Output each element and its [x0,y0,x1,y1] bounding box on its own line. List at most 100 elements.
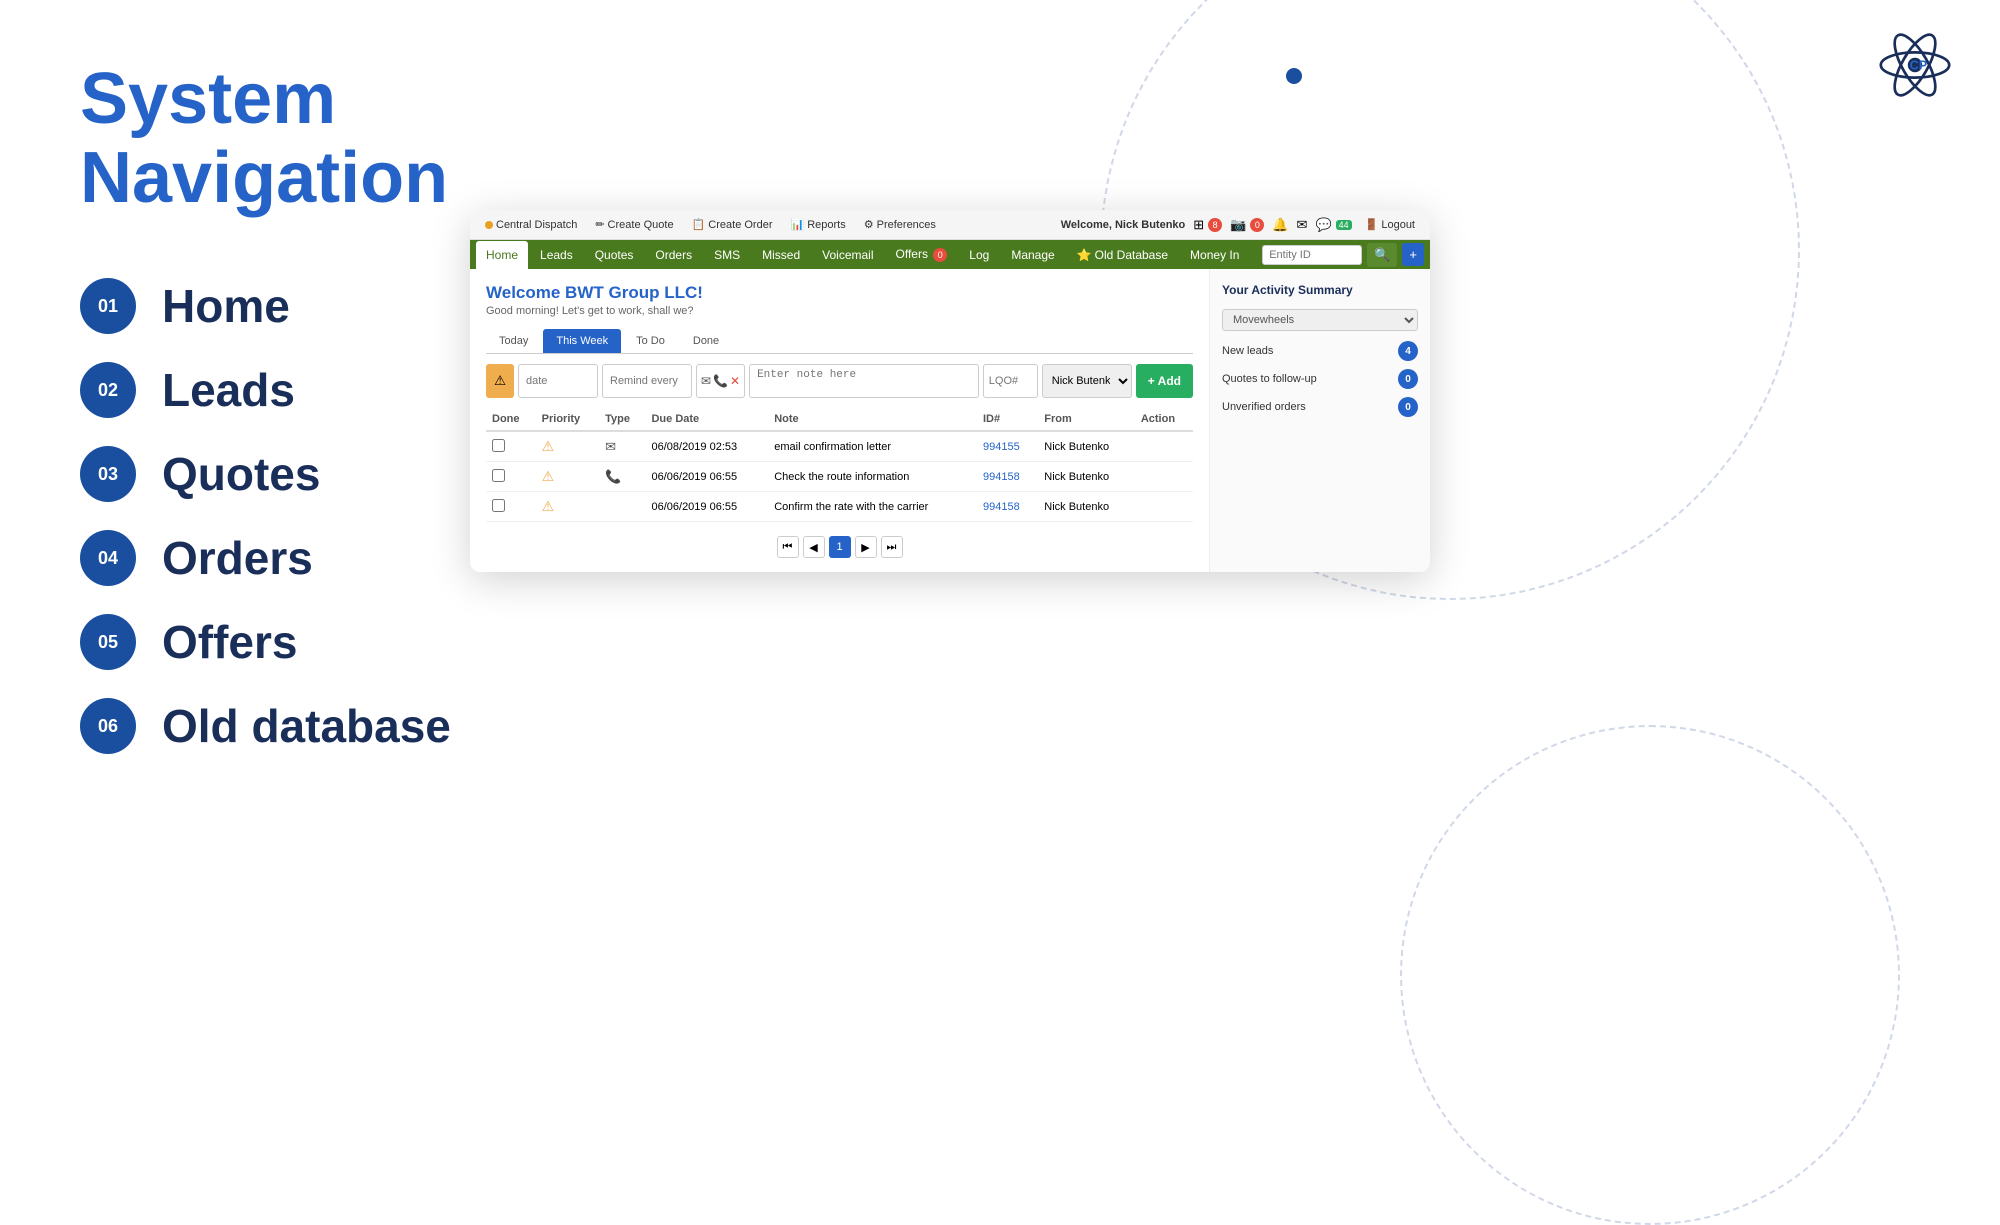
cell-priority-1: ⚠ [536,431,600,462]
nav-bar: Home Leads Quotes Orders SMS Missed Voic… [470,240,1430,269]
navbar-missed[interactable]: Missed [752,241,810,269]
table-row: ⚠ 06/06/2019 06:55 Confirm the rate with… [486,492,1193,522]
nav-badge-home: 01 [80,278,136,334]
activity-quotes-label: Quotes to follow-up [1222,373,1317,385]
user-select[interactable]: Nick Butenko [1042,364,1132,398]
cell-date-2: 06/06/2019 06:55 [645,462,768,492]
entity-search-btn[interactable]: 🔍 [1367,243,1397,267]
table-row: ⚠ ✉ 06/08/2019 02:53 email confirmation … [486,431,1193,462]
col-id: ID# [977,408,1038,431]
tab-today[interactable]: Today [486,329,541,353]
close-icon[interactable]: ✕ [730,374,740,388]
svg-text:CP: CP [1910,59,1928,73]
offers-badge: 0 [933,248,947,262]
cell-done-1[interactable] [486,431,536,462]
tabs-row: Today This Week To Do Done [486,329,1193,354]
cell-done-3[interactable] [486,492,536,522]
nav-item-offers[interactable]: 05 Offers [80,614,600,670]
cell-type-3 [599,492,645,522]
cell-id-2[interactable]: 994158 [977,462,1038,492]
sms-icon[interactable]: ✉ [701,374,711,388]
nav-label-quotes: Quotes [162,447,320,501]
page-1[interactable]: 1 [829,536,851,558]
navbar-old-database[interactable]: ⭐ Old Database [1067,241,1178,269]
activity-quotes-count: 0 [1398,369,1418,389]
central-dispatch-btn[interactable]: Central Dispatch [480,217,582,233]
title-part1: System [80,59,336,139]
navbar-quotes[interactable]: Quotes [585,241,644,269]
cell-id-3[interactable]: 994158 [977,492,1038,522]
activity-quotes: Quotes to follow-up 0 [1222,369,1418,389]
cell-action-2 [1135,462,1193,492]
navbar-home[interactable]: Home [476,241,528,269]
toolbar-icons: ⊞8 📷0 🔔 ✉ 💬44 [1193,217,1351,233]
navbar-offers[interactable]: Offers 0 [886,240,958,269]
lqo-input[interactable] [983,364,1038,398]
alert-btn[interactable]: ⚠ [486,364,514,398]
create-quote-btn[interactable]: ✏ Create Quote [590,216,678,233]
cell-note-2: Check the route information [768,462,977,492]
tab-done[interactable]: Done [680,329,732,353]
preferences-btn[interactable]: ⚙ Preferences [859,216,941,233]
col-type: Type [599,408,645,431]
nav-badge-offers: 05 [80,614,136,670]
note-textarea[interactable] [749,364,979,398]
nav-label-old-database: Old database [162,699,451,753]
movewheels-select[interactable]: Movewheels [1222,309,1418,331]
content-right: Your Activity Summary Movewheels New lea… [1210,269,1430,572]
page-next[interactable]: ▶ [855,536,877,558]
col-due-date: Due Date [645,408,768,431]
cell-from-1: Nick Butenko [1038,431,1135,462]
page-prev[interactable]: ◀ [803,536,825,558]
remind-input[interactable] [602,364,692,398]
tab-to-do[interactable]: To Do [623,329,678,353]
central-dispatch-icon [485,221,493,229]
navbar-log[interactable]: Log [959,241,999,269]
nav-badge-orders: 04 [80,530,136,586]
nav-item-old-database[interactable]: 06 Old database [80,698,600,754]
tab-this-week[interactable]: This Week [543,329,621,353]
create-order-btn[interactable]: 📋 Create Order [687,216,778,233]
cell-date-1: 06/08/2019 02:53 [645,431,768,462]
col-from: From [1038,408,1135,431]
add-form-row: ⚠ ✉ 📞 ✕ Nick Butenko + Add [486,364,1193,398]
reports-btn[interactable]: 📊 Reports [786,216,851,233]
entity-search-input[interactable] [1262,245,1362,265]
navbar-sms[interactable]: SMS [704,241,750,269]
cell-type-2: 📞 [599,462,645,492]
activity-new-leads-label: New leads [1222,345,1273,357]
logout-btn[interactable]: 🚪 Logout [1360,216,1420,233]
cell-done-2[interactable] [486,462,536,492]
cell-action-3 [1135,492,1193,522]
phone-icon[interactable]: 📞 [713,374,728,388]
cell-priority-2: ⚠ [536,462,600,492]
entity-add-btn[interactable]: + [1402,243,1424,266]
page-last[interactable]: ⏭ [881,536,903,558]
pagination: ⏮ ◀ 1 ▶ ⏭ [486,536,1193,558]
table-row: ⚠ 📞 06/06/2019 06:55 Check the route inf… [486,462,1193,492]
top-toolbar: Central Dispatch ✏ Create Quote 📋 Create… [470,210,1430,240]
nav-badge-leads: 02 [80,362,136,418]
cell-id-1[interactable]: 994155 [977,431,1038,462]
cell-action-1 [1135,431,1193,462]
navbar-money-in[interactable]: Money In [1180,241,1249,269]
col-note: Note [768,408,977,431]
cell-from-2: Nick Butenko [1038,462,1135,492]
form-icon-group: ✉ 📞 ✕ [696,364,745,398]
title-part2: Navigation [80,138,448,218]
decorative-arc-2 [1400,725,1900,1225]
logo: CP [1870,20,1970,120]
navbar-voicemail[interactable]: Voicemail [812,241,883,269]
cell-from-3: Nick Butenko [1038,492,1135,522]
welcome-title: Welcome BWT Group LLC! [486,283,1193,303]
navbar-orders[interactable]: Orders [645,241,702,269]
cell-note-1: email confirmation letter [768,431,977,462]
navbar-leads[interactable]: Leads [530,241,583,269]
date-input[interactable] [518,364,598,398]
cell-type-1: ✉ [599,431,645,462]
add-button[interactable]: + Add [1136,364,1193,398]
nav-badge-quotes: 03 [80,446,136,502]
navbar-manage[interactable]: Manage [1001,241,1064,269]
page-first[interactable]: ⏮ [777,536,799,558]
browser-window: Central Dispatch ✏ Create Quote 📋 Create… [470,210,1430,572]
